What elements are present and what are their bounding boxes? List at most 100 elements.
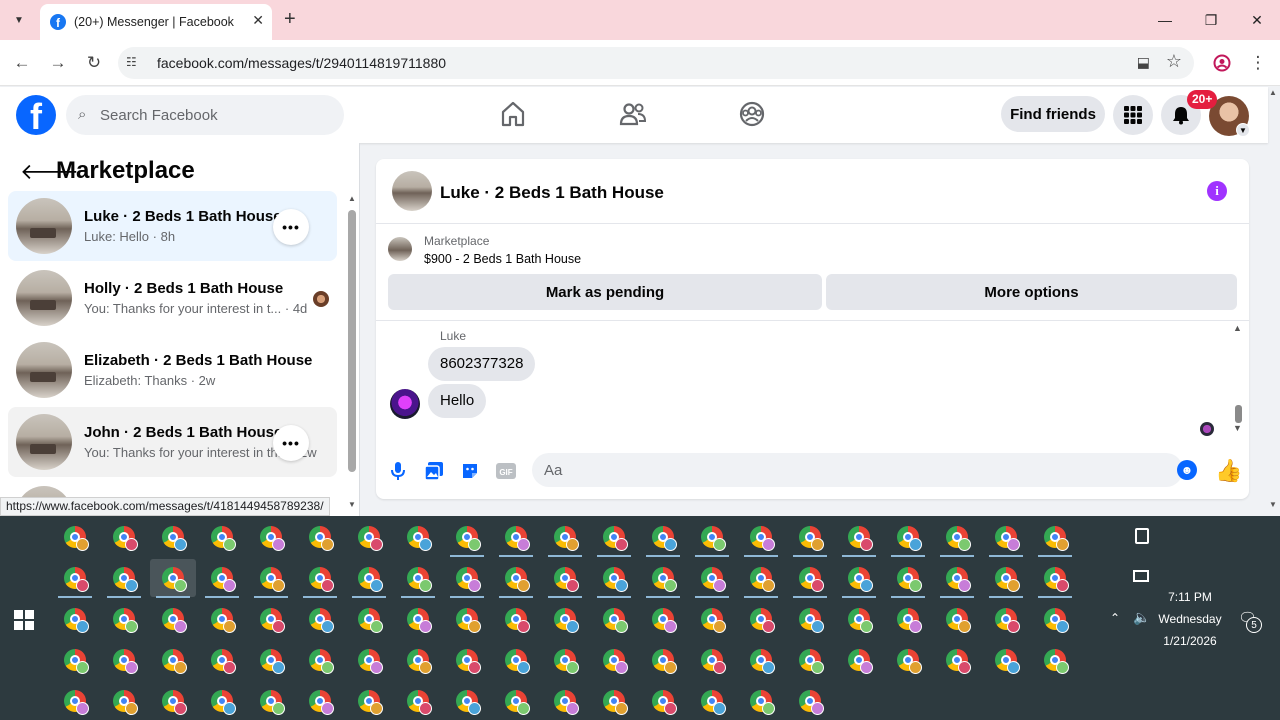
taskbar-app-icon[interactable] — [983, 600, 1029, 638]
taskbar-app-icon[interactable] — [738, 641, 784, 679]
taskbar-app-icon[interactable] — [395, 559, 441, 598]
message-input[interactable] — [532, 453, 1183, 487]
install-app-icon[interactable]: ⬓ — [1137, 54, 1150, 71]
taskbar-app-icon[interactable] — [983, 518, 1029, 557]
taskbar-app-icon[interactable] — [934, 600, 980, 638]
windows-start-icon[interactable] — [14, 610, 34, 630]
info-icon[interactable]: i — [1207, 181, 1227, 201]
conversation-item-holly[interactable]: Holly · 2 Beds 1 Bath House You: Thanks … — [8, 263, 337, 333]
speaker-volume-icon[interactable]: 🔈 — [1133, 609, 1150, 626]
facebook-search[interactable]: ⌕ — [66, 95, 344, 135]
taskbar-app-icon[interactable] — [885, 641, 931, 679]
taskbar-app-icon[interactable] — [885, 559, 931, 598]
friends-icon[interactable] — [618, 99, 648, 129]
display-tray-icon[interactable] — [1133, 570, 1149, 582]
browser-menu-kebab-icon[interactable]: ⋮ — [1245, 50, 1271, 76]
taskbar-app-icon[interactable] — [738, 559, 784, 598]
taskbar-app-icon[interactable] — [297, 518, 343, 556]
show-hidden-icons-chevron-up-icon[interactable]: ⌃ — [1110, 611, 1120, 625]
taskbar-app-icon[interactable] — [836, 559, 882, 598]
taskbar-app-icon[interactable] — [591, 682, 637, 720]
taskbar-app-icon[interactable] — [689, 518, 735, 557]
tab-search-chevron-icon[interactable]: ▼ — [6, 8, 32, 32]
taskbar-app-icon[interactable] — [52, 559, 98, 598]
taskbar-app-icon[interactable] — [248, 682, 294, 720]
taskbar-app-icon[interactable] — [395, 518, 441, 556]
home-icon[interactable] — [498, 99, 528, 129]
taskbar-app-icon[interactable] — [836, 641, 882, 679]
facebook-logo-icon[interactable]: f — [16, 95, 56, 135]
taskbar-app-icon[interactable] — [52, 641, 98, 679]
photo-icon[interactable] — [424, 461, 444, 481]
mark-as-pending-button[interactable]: Mark as pending — [388, 274, 822, 310]
taskbar-app-icon[interactable] — [346, 600, 392, 638]
scroll-up-icon[interactable]: ▲ — [348, 194, 356, 203]
taskbar-app-icon[interactable] — [934, 518, 980, 557]
taskbar-app-icon[interactable] — [640, 559, 686, 598]
conversation-more-icon[interactable]: ••• — [273, 209, 309, 245]
taskbar-app-icon[interactable] — [542, 682, 588, 720]
taskbar-app-icon[interactable] — [199, 600, 245, 638]
taskbar-app-icon[interactable] — [297, 641, 343, 679]
taskbar-app-icon[interactable] — [346, 559, 392, 598]
messages-scrollbar-thumb[interactable] — [1235, 405, 1242, 423]
taskbar-app-icon[interactable] — [640, 518, 686, 557]
conversation-item-john[interactable]: John · 2 Beds 1 Bath House You: Thanks f… — [8, 407, 337, 477]
page-scroll-up-icon[interactable]: ▲ — [1269, 88, 1277, 97]
taskbar-app-icon[interactable] — [738, 600, 784, 638]
taskbar-app-icon[interactable] — [101, 600, 147, 638]
groups-icon[interactable] — [737, 99, 767, 129]
taskbar-app-icon[interactable] — [689, 682, 735, 720]
reload-icon[interactable]: ↻ — [81, 50, 107, 76]
new-tab-plus-icon[interactable]: + — [284, 8, 296, 30]
taskbar-app-icon[interactable] — [248, 641, 294, 679]
taskbar-app-icon[interactable] — [787, 518, 833, 557]
taskbar-app-icon[interactable] — [542, 518, 588, 557]
taskbar-app-icon[interactable] — [52, 682, 98, 720]
taskbar-app-icon[interactable] — [885, 518, 931, 557]
taskbar-app-icon[interactable] — [787, 641, 833, 679]
taskbar-app-icon[interactable] — [199, 518, 245, 556]
phone-link-icon[interactable] — [1135, 528, 1149, 544]
taskbar-app-icon[interactable] — [346, 682, 392, 720]
taskbar-app-icon[interactable] — [444, 559, 490, 598]
messages-scroll-up-icon[interactable]: ▲ — [1233, 323, 1242, 333]
taskbar-app-icon[interactable] — [101, 682, 147, 720]
minimize-icon[interactable]: — — [1150, 8, 1180, 32]
taskbar-app-icon[interactable] — [591, 641, 637, 679]
taskbar-app-icon[interactable] — [1032, 641, 1078, 679]
gif-icon[interactable]: GIF — [496, 461, 516, 481]
taskbar-app-icon[interactable] — [297, 600, 343, 638]
taskbar-app-icon[interactable] — [1032, 559, 1078, 598]
taskbar-app-icon[interactable] — [640, 641, 686, 679]
scroll-down-icon[interactable]: ▼ — [348, 500, 356, 509]
taskbar-app-icon[interactable] — [787, 682, 833, 720]
sticker-icon[interactable] — [460, 461, 480, 481]
url-text[interactable]: facebook.com/messages/t/2940114819711880 — [157, 55, 446, 71]
page-scroll-down-icon[interactable]: ▼ — [1269, 500, 1277, 509]
taskbar-app-icon[interactable] — [199, 682, 245, 720]
taskbar-app-icon[interactable] — [983, 559, 1029, 598]
message-bubble[interactable]: 8602377328 — [428, 347, 536, 381]
back-arrow-icon[interactable]: ← — [9, 50, 35, 76]
taskbar-app-icon[interactable] — [885, 600, 931, 638]
taskbar-app-icon[interactable] — [1032, 518, 1078, 557]
taskbar-app-icon[interactable] — [689, 559, 735, 598]
taskbar-app-icon[interactable] — [493, 559, 539, 598]
taskbar-app-icon[interactable] — [444, 682, 490, 720]
taskbar-app-icon[interactable] — [934, 559, 980, 598]
taskbar-app-icon[interactable] — [150, 682, 196, 720]
profile-icon[interactable] — [1209, 50, 1235, 76]
taskbar-app-icon[interactable] — [52, 518, 98, 556]
taskbar-app-icon[interactable] — [248, 600, 294, 638]
taskbar-app-icon[interactable] — [591, 518, 637, 557]
scrollbar-thumb[interactable] — [348, 210, 356, 472]
taskbar-app-icon[interactable] — [248, 559, 294, 598]
menu-grid-icon[interactable] — [1113, 95, 1153, 135]
forward-arrow-icon[interactable]: → — [45, 50, 71, 76]
more-options-button[interactable]: More options — [826, 274, 1237, 310]
taskbar-app-icon[interactable] — [395, 641, 441, 679]
taskbar-app-icon[interactable] — [297, 682, 343, 720]
taskbar-app-icon[interactable] — [150, 559, 196, 598]
taskbar-app-icon[interactable] — [101, 641, 147, 679]
